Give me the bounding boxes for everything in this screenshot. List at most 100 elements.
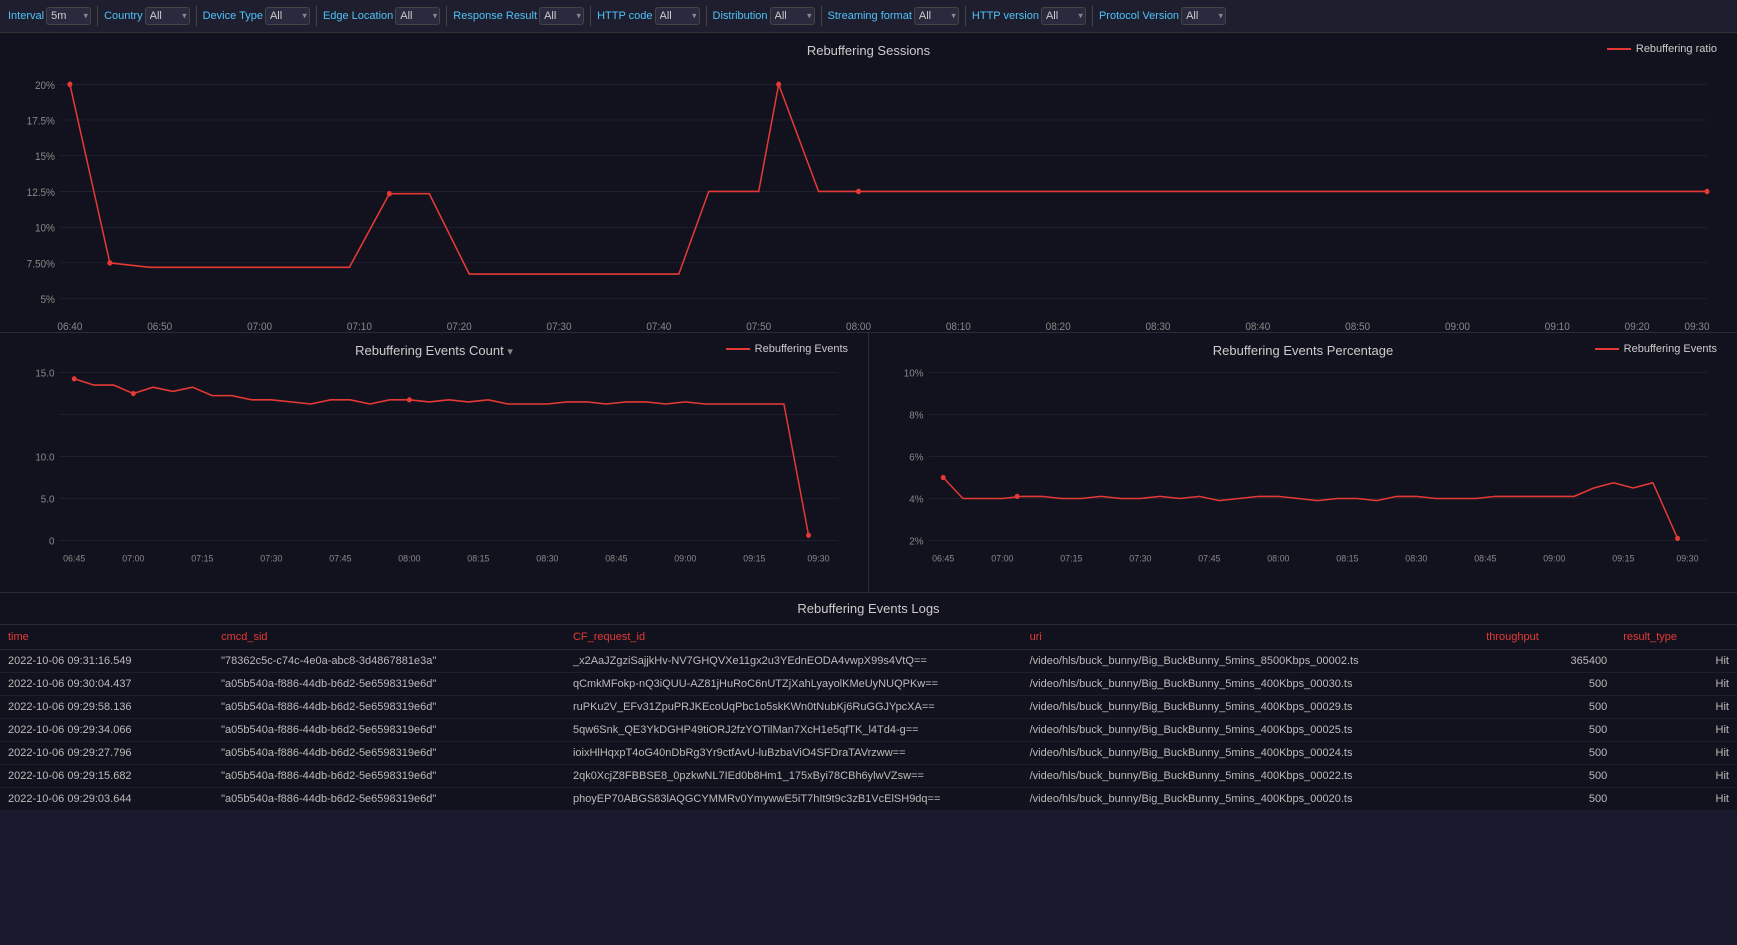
table-row[interactable]: 2022-10-06 09:29:58.136 "a05b540a-f886-4… xyxy=(0,696,1737,719)
interval-filter: Interval 5m 1m 15m xyxy=(8,7,91,25)
edge-location-select[interactable]: All xyxy=(395,7,440,25)
cell-throughput: 500 xyxy=(1478,673,1615,696)
cell-cf: ioixHlHqxpT4oG40nDbRg3Yr9ctfAvU-luBzbaVi… xyxy=(565,742,1022,765)
th-cmcd[interactable]: cmcd_sid xyxy=(213,625,565,650)
cell-result-type: Hit xyxy=(1615,719,1737,742)
svg-text:06:45: 06:45 xyxy=(63,553,85,563)
rebuffering-events-label-right: Rebuffering Events xyxy=(1624,343,1717,355)
table-row[interactable]: 2022-10-06 09:29:27.796 "a05b540a-f886-4… xyxy=(0,742,1737,765)
svg-text:2%: 2% xyxy=(909,536,923,547)
http-code-select[interactable]: All xyxy=(655,7,700,25)
distribution-label: Distribution xyxy=(713,10,768,22)
streaming-format-select[interactable]: All xyxy=(914,7,959,25)
svg-text:0: 0 xyxy=(49,536,55,547)
rebuffering-events-label-left: Rebuffering Events xyxy=(755,343,848,355)
interval-select[interactable]: 5m 1m 15m xyxy=(46,7,91,25)
streaming-format-filter: Streaming format All xyxy=(828,7,959,25)
edge-location-filter: Edge Location All xyxy=(323,7,440,25)
cell-uri: /video/hls/buck_bunny/Big_BuckBunny_5min… xyxy=(1022,742,1479,765)
divider-5 xyxy=(590,6,591,26)
svg-text:4%: 4% xyxy=(909,494,923,505)
cell-uri: /video/hls/buck_bunny/Big_BuckBunny_5min… xyxy=(1022,719,1479,742)
protocol-version-filter: Protocol Version All xyxy=(1099,7,1226,25)
svg-text:07:00: 07:00 xyxy=(991,553,1013,563)
cell-uri: /video/hls/buck_bunny/Big_BuckBunny_5min… xyxy=(1022,673,1479,696)
divider-8 xyxy=(965,6,966,26)
protocol-version-label: Protocol Version xyxy=(1099,10,1179,22)
count-dropdown-icon[interactable]: ▾ xyxy=(507,346,513,358)
cell-time: 2022-10-06 09:31:16.549 xyxy=(0,650,213,673)
th-result-type[interactable]: result_type xyxy=(1615,625,1737,650)
cell-cf: 2qk0XcjZ8FBBSE8_0pzkwNL7IEd0b8Hm1_175xBy… xyxy=(565,765,1022,788)
divider-9 xyxy=(1092,6,1093,26)
rebuffering-events-legend-left: Rebuffering Events xyxy=(726,343,848,355)
svg-text:10%: 10% xyxy=(35,222,56,235)
table-row[interactable]: 2022-10-06 09:29:34.066 "a05b540a-f886-4… xyxy=(0,719,1737,742)
svg-text:06:40: 06:40 xyxy=(57,320,82,333)
svg-text:09:15: 09:15 xyxy=(1612,553,1634,563)
table-row[interactable]: 2022-10-06 09:29:03.644 "a05b540a-f886-4… xyxy=(0,788,1737,811)
legend-line-ratio xyxy=(1607,48,1631,50)
svg-text:07:15: 07:15 xyxy=(191,553,213,563)
device-type-select[interactable]: All xyxy=(265,7,310,25)
cell-time: 2022-10-06 09:29:03.644 xyxy=(0,788,213,811)
divider-6 xyxy=(706,6,707,26)
svg-text:8%: 8% xyxy=(909,410,923,421)
table-section: Rebuffering Events Logs time cmcd_sid CF… xyxy=(0,593,1737,811)
streaming-format-label: Streaming format xyxy=(828,10,912,22)
svg-text:17.5%: 17.5% xyxy=(27,115,56,128)
table-row[interactable]: 2022-10-06 09:30:04.437 "a05b540a-f886-4… xyxy=(0,673,1737,696)
cell-result-type: Hit xyxy=(1615,673,1737,696)
th-uri[interactable]: uri xyxy=(1022,625,1479,650)
svg-text:09:00: 09:00 xyxy=(1445,320,1470,333)
svg-text:07:15: 07:15 xyxy=(1060,553,1082,563)
th-time[interactable]: time xyxy=(0,625,213,650)
svg-text:06:50: 06:50 xyxy=(147,320,172,333)
divider-4 xyxy=(446,6,447,26)
rebuffering-events-count-title: Rebuffering Events Count ▾ xyxy=(20,343,848,358)
svg-text:12.5%: 12.5% xyxy=(27,186,56,199)
cell-cmcd: "a05b540a-f886-44db-b6d2-5e6598319e6d" xyxy=(213,788,565,811)
http-version-select[interactable]: All xyxy=(1041,7,1086,25)
divider-1 xyxy=(97,6,98,26)
svg-text:7.50%: 7.50% xyxy=(27,258,56,271)
cell-cf: phoyEP70ABGS83lAQGCYMMRv0YmywwE5iT7hIt9t… xyxy=(565,788,1022,811)
rebuffering-sessions-chart: Rebuffering Sessions Rebuffering ratio 2… xyxy=(0,33,1737,333)
svg-text:5%: 5% xyxy=(41,294,56,307)
rebuffering-events-pct-chart: Rebuffering Events Percentage Rebufferin… xyxy=(869,333,1737,592)
th-cf[interactable]: CF_request_id xyxy=(565,625,1022,650)
svg-text:08:15: 08:15 xyxy=(467,553,489,563)
cell-result-type: Hit xyxy=(1615,765,1737,788)
cell-throughput: 500 xyxy=(1478,719,1615,742)
svg-text:08:30: 08:30 xyxy=(1405,553,1427,563)
svg-text:10.0: 10.0 xyxy=(35,452,54,463)
th-throughput[interactable]: throughput xyxy=(1478,625,1615,650)
country-filter: Country All xyxy=(104,7,190,25)
cell-uri: /video/hls/buck_bunny/Big_BuckBunny_5min… xyxy=(1022,765,1479,788)
table-row[interactable]: 2022-10-06 09:29:15.682 "a05b540a-f886-4… xyxy=(0,765,1737,788)
rebuffering-ratio-legend: Rebuffering ratio xyxy=(1607,43,1717,55)
interval-label: Interval xyxy=(8,10,44,22)
svg-text:09:30: 09:30 xyxy=(807,553,829,563)
rebuffering-events-pct-title: Rebuffering Events Percentage xyxy=(889,343,1717,358)
cell-uri: /video/hls/buck_bunny/Big_BuckBunny_5min… xyxy=(1022,788,1479,811)
svg-text:6%: 6% xyxy=(909,452,923,463)
cell-throughput: 365400 xyxy=(1478,650,1615,673)
legend-line-events-left xyxy=(726,348,750,350)
table-row[interactable]: 2022-10-06 09:31:16.549 "78362c5c-c74c-4… xyxy=(0,650,1737,673)
svg-text:09:00: 09:00 xyxy=(1543,553,1565,563)
svg-text:09:00: 09:00 xyxy=(674,553,696,563)
svg-text:08:10: 08:10 xyxy=(946,320,971,333)
rebuffering-events-legend-right: Rebuffering Events xyxy=(1595,343,1717,355)
protocol-version-select[interactable]: All xyxy=(1181,7,1226,25)
cell-result-type: Hit xyxy=(1615,696,1737,719)
svg-text:07:50: 07:50 xyxy=(746,320,771,333)
cell-time: 2022-10-06 09:30:04.437 xyxy=(0,673,213,696)
svg-text:07:40: 07:40 xyxy=(646,320,671,333)
country-select[interactable]: All xyxy=(145,7,190,25)
response-result-select[interactable]: All xyxy=(539,7,584,25)
cell-uri: /video/hls/buck_bunny/Big_BuckBunny_5min… xyxy=(1022,650,1479,673)
distribution-select[interactable]: All xyxy=(770,7,815,25)
response-result-label: Response Result xyxy=(453,10,537,22)
rebuffering-sessions-title: Rebuffering Sessions xyxy=(20,43,1717,58)
